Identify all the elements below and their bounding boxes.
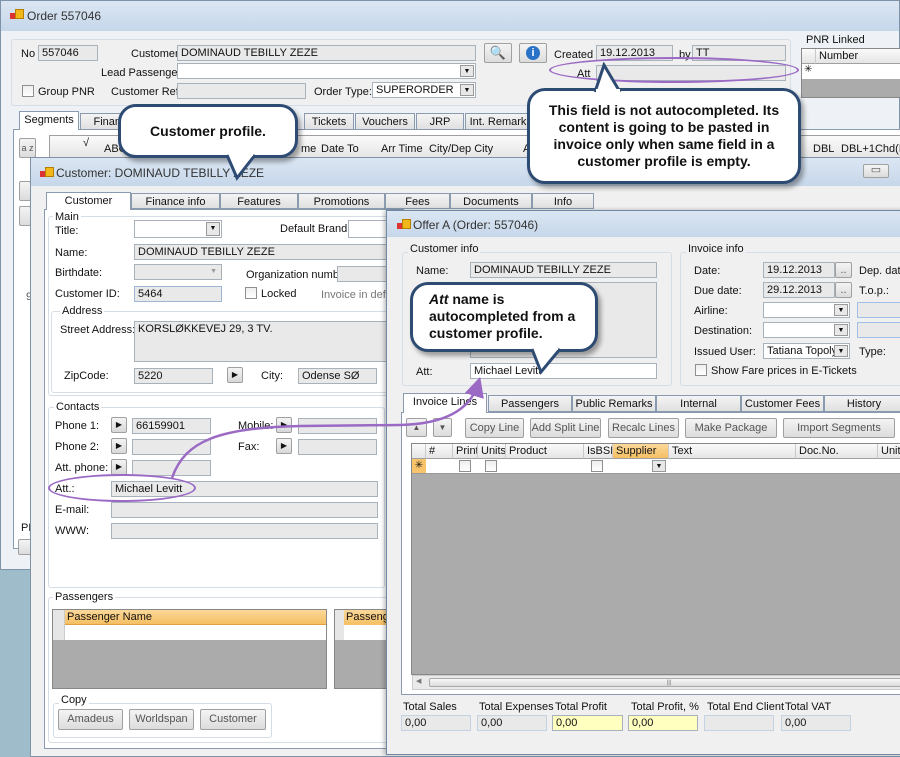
not-autocompleted-callout-text: This field is not autocompleted. Its con…	[548, 102, 780, 169]
att-callout-rest: name is autocompleted from a customer pr…	[429, 291, 576, 341]
not-autocompleted-callout: This field is not autocompleted. Its con…	[527, 88, 801, 184]
att-callout-text: Att name is autocompleted from a custome…	[429, 291, 575, 341]
att-callout-emphasis: Att	[429, 291, 449, 307]
arrow-path	[170, 376, 484, 479]
att-autocomplete-callout: Att name is autocompleted from a custome…	[410, 282, 598, 352]
callout-tail	[225, 150, 257, 181]
callout-tail	[593, 62, 622, 94]
customer-profile-callout-text: Customer profile.	[150, 122, 266, 139]
customer-profile-callout: Customer profile.	[118, 104, 298, 158]
callout-tail	[530, 344, 562, 375]
